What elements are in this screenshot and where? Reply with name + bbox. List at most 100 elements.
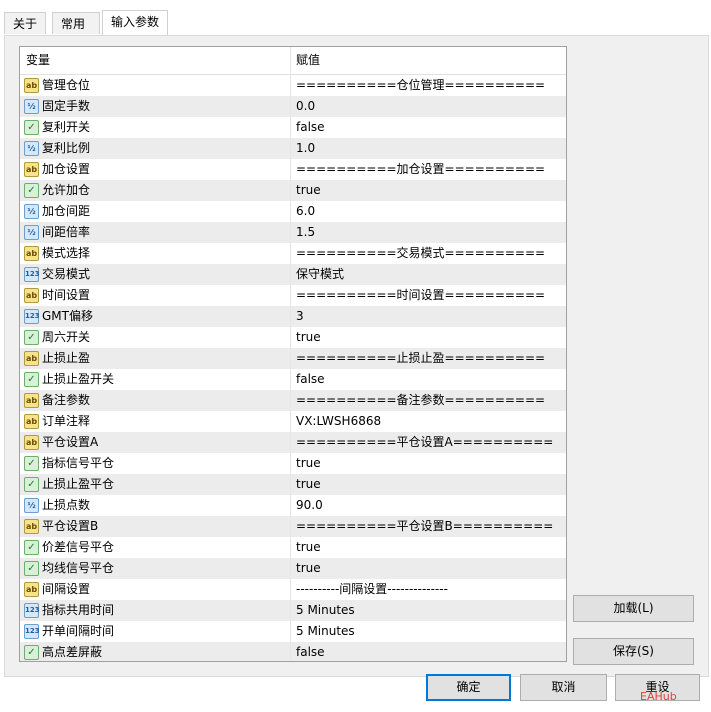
string-type-icon: ab (24, 351, 39, 366)
param-value[interactable]: ==========备注参数========== (296, 390, 545, 411)
string-type-icon: ab (24, 393, 39, 408)
integer-type-icon: 123 (24, 603, 40, 618)
table-row[interactable]: ½ 复利比例 1.0 (20, 138, 566, 159)
param-value[interactable]: 1.0 (296, 138, 315, 159)
ok-button[interactable]: 确定 (426, 674, 511, 701)
table-row[interactable]: ✓ 均线信号平仓 true (20, 558, 566, 579)
param-name: 止损点数 (42, 498, 91, 512)
col-value-header: 赋值 (296, 53, 321, 67)
param-value[interactable]: 3 (296, 306, 304, 327)
table-row[interactable]: ab 模式选择 ==========交易模式========== (20, 243, 566, 264)
column-divider (290, 222, 291, 243)
param-value[interactable]: VX:LWSH6868 (296, 411, 381, 432)
column-divider (290, 600, 291, 621)
param-name: 止损止盈 (42, 351, 91, 365)
param-value[interactable]: false (296, 369, 325, 390)
params-panel: 变量 赋值 ab 管理仓位 ==========仓位管理========== ½ 固定手… (4, 35, 709, 677)
column-divider (290, 75, 291, 96)
param-value[interactable]: 保守模式 (296, 264, 344, 285)
table-row[interactable]: ½ 固定手数 0.0 (20, 96, 566, 117)
table-row[interactable]: ✓ 止损止盈开关 false (20, 369, 566, 390)
param-value[interactable]: ==========止损止盈========== (296, 348, 545, 369)
string-type-icon: ab (24, 519, 39, 534)
table-row[interactable]: ab 加仓设置 ==========加仓设置========== (20, 159, 566, 180)
param-value[interactable]: ==========时间设置========== (296, 285, 545, 306)
table-row[interactable]: ab 间隔设置 ----------间隔设置-------------- (20, 579, 566, 600)
param-value[interactable]: true (296, 453, 321, 474)
param-value[interactable]: 1.5 (296, 222, 315, 243)
bool-type-icon: ✓ (24, 477, 39, 492)
param-name: 间隔设置 (42, 582, 91, 596)
param-name: 止损止盈开关 (42, 372, 115, 386)
column-divider (290, 306, 291, 327)
string-type-icon: ab (24, 582, 39, 597)
param-value[interactable]: true (296, 180, 321, 201)
param-name: 加仓间距 (42, 204, 91, 218)
param-name: 高点差屏蔽 (42, 645, 103, 659)
table-row[interactable]: ab 平仓设置B ==========平仓设置B========== (20, 516, 566, 537)
table-row[interactable]: ✓ 高点差屏蔽 false (20, 642, 566, 661)
table-row[interactable]: ab 平仓设置A ==========平仓设置A========== (20, 432, 566, 453)
param-value[interactable]: true (296, 537, 321, 558)
table-row[interactable]: ab 备注参数 ==========备注参数========== (20, 390, 566, 411)
table-row[interactable]: ✓ 复利开关 false (20, 117, 566, 138)
param-name: 时间设置 (42, 288, 91, 302)
table-row[interactable]: ½ 止损点数 90.0 (20, 495, 566, 516)
param-value[interactable]: ----------间隔设置-------------- (296, 579, 448, 600)
tab-common[interactable]: 常用 (52, 12, 100, 34)
param-value[interactable]: ==========交易模式========== (296, 243, 545, 264)
load-button[interactable]: 加载(L) (573, 595, 694, 622)
table-row[interactable]: ✓ 止损止盈平仓 true (20, 474, 566, 495)
table-row[interactable]: ab 时间设置 ==========时间设置========== (20, 285, 566, 306)
param-value[interactable]: ==========平仓设置A========== (296, 432, 553, 453)
param-name: 均线信号平仓 (42, 561, 115, 575)
param-value[interactable]: 5 Minutes (296, 600, 355, 621)
col-name-header: 变量 (26, 53, 51, 67)
param-name: 加仓设置 (42, 162, 91, 176)
column-divider (290, 390, 291, 411)
param-value[interactable]: ==========仓位管理========== (296, 75, 545, 96)
param-value[interactable]: true (296, 327, 321, 348)
param-value[interactable]: 90.0 (296, 495, 323, 516)
table-row[interactable]: ½ 加仓间距 6.0 (20, 201, 566, 222)
param-value[interactable]: true (296, 558, 321, 579)
table-row[interactable]: ✓ 周六开关 true (20, 327, 566, 348)
watermark: EAHub (640, 690, 677, 703)
integer-type-icon: 123 (24, 309, 40, 324)
param-value[interactable]: false (296, 117, 325, 138)
table-row[interactable]: 123 GMT偏移 3 (20, 306, 566, 327)
table-row[interactable]: ab 订单注释 VX:LWSH6868 (20, 411, 566, 432)
param-value[interactable]: 6.0 (296, 201, 315, 222)
table-row[interactable]: ½ 间距倍率 1.5 (20, 222, 566, 243)
param-value[interactable]: ==========加仓设置========== (296, 159, 545, 180)
param-value[interactable]: ==========平仓设置B========== (296, 516, 553, 537)
cancel-button[interactable]: 取消 (520, 674, 607, 701)
double-type-icon: ½ (24, 204, 39, 219)
bool-type-icon: ✓ (24, 183, 39, 198)
save-button[interactable]: 保存(S) (573, 638, 694, 665)
table-row[interactable]: ab 止损止盈 ==========止损止盈========== (20, 348, 566, 369)
params-table: 变量 赋值 ab 管理仓位 ==========仓位管理========== ½ 固定手… (19, 46, 567, 662)
table-row[interactable]: ✓ 价差信号平仓 true (20, 537, 566, 558)
param-value[interactable]: 0.0 (296, 96, 315, 117)
string-type-icon: ab (24, 162, 39, 177)
table-header: 变量 赋值 (20, 47, 566, 75)
table-row[interactable]: 123 开单间隔时间 5 Minutes (20, 621, 566, 642)
column-divider (290, 47, 291, 74)
table-row[interactable]: ✓ 指标信号平仓 true (20, 453, 566, 474)
param-name: 订单注释 (42, 414, 91, 428)
tab-about[interactable]: 关于 (4, 12, 46, 34)
param-name: 管理仓位 (42, 78, 91, 92)
param-value[interactable]: false (296, 642, 325, 661)
double-type-icon: ½ (24, 99, 39, 114)
table-row[interactable]: 123 指标共用时间 5 Minutes (20, 600, 566, 621)
param-value[interactable]: true (296, 474, 321, 495)
param-value[interactable]: 5 Minutes (296, 621, 355, 642)
double-type-icon: ½ (24, 141, 39, 156)
column-divider (290, 117, 291, 138)
table-row[interactable]: 123 交易模式 保守模式 (20, 264, 566, 285)
table-row[interactable]: ab 管理仓位 ==========仓位管理========== (20, 75, 566, 96)
tab-input-params[interactable]: 输入参数 (102, 10, 168, 36)
table-row[interactable]: ✓ 允许加仓 true (20, 180, 566, 201)
string-type-icon: ab (24, 78, 39, 93)
